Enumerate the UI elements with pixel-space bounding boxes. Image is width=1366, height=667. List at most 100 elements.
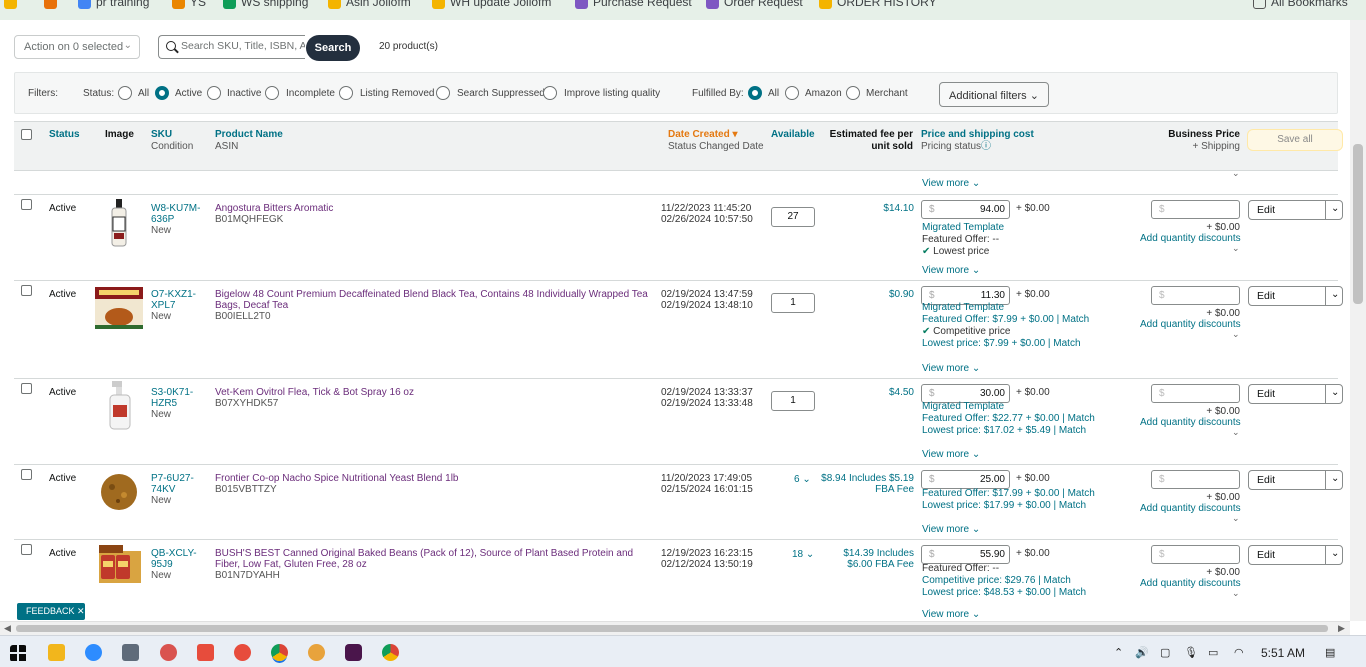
status-listing-removed-radio[interactable] bbox=[339, 86, 353, 100]
chevron-down-icon[interactable]: ⌄ bbox=[1232, 168, 1240, 179]
edit-button[interactable]: Edit ⌄ bbox=[1248, 200, 1343, 220]
clock[interactable]: 5:51 AM bbox=[1261, 646, 1305, 660]
fulfilled-merchant-radio[interactable] bbox=[846, 86, 860, 100]
price-input[interactable]: $94.00 bbox=[921, 200, 1010, 219]
action-dropdown[interactable]: Action on 0 selected ⌄ bbox=[14, 35, 140, 59]
close-icon[interactable]: ✕ bbox=[77, 606, 85, 616]
edit-button[interactable]: Edit ⌄ bbox=[1248, 545, 1343, 565]
product-name-link[interactable]: Frontier Co-op Nacho Spice Nutritional Y… bbox=[215, 473, 458, 484]
add-quantity-discounts-link[interactable]: Add quantity discounts bbox=[1140, 578, 1241, 589]
price-input[interactable]: $55.90 bbox=[921, 545, 1010, 564]
chevron-down-icon[interactable]: ⌄ bbox=[1331, 387, 1339, 398]
scroll-right-icon[interactable]: ▶ bbox=[1338, 623, 1345, 634]
row-checkbox[interactable] bbox=[21, 544, 32, 555]
bookmark-order-request[interactable]: Order Request bbox=[706, 0, 803, 10]
template-link[interactable]: Migrated Template bbox=[922, 222, 1004, 233]
chevron-down-icon[interactable]: ⌄ bbox=[1232, 243, 1240, 254]
bookmark-pr-training[interactable]: pr training bbox=[78, 0, 149, 10]
fee-link[interactable]: $14.10 bbox=[794, 203, 914, 214]
bookmark-purchase-request[interactable]: Purchase Request bbox=[575, 0, 692, 10]
sku-link[interactable]: O7-KXZ1- XPL7 New bbox=[151, 289, 196, 322]
row-checkbox[interactable] bbox=[21, 383, 32, 394]
fee-link[interactable]: $14.39 Includes $6.00 FBA Fee bbox=[794, 548, 914, 570]
competitive-price-link[interactable]: Competitive price: $29.76 | Match bbox=[922, 575, 1071, 586]
lowest-price-link[interactable]: Lowest price: $17.02 + $5.49 | Match bbox=[922, 425, 1086, 436]
business-price-input[interactable]: $ bbox=[1151, 286, 1240, 305]
chevron-down-icon[interactable]: ⌄ bbox=[1331, 203, 1339, 214]
chevron-down-icon[interactable]: ⌄ bbox=[1232, 588, 1240, 599]
lowest-price-link[interactable]: Lowest price: $48.53 + $0.00 | Match bbox=[922, 587, 1086, 598]
edit-button[interactable]: Edit ⌄ bbox=[1248, 384, 1343, 404]
price-column-header[interactable]: Price and shipping cost bbox=[921, 129, 1034, 140]
file-explorer-icon[interactable] bbox=[48, 644, 65, 661]
price-input[interactable]: $25.00 bbox=[921, 470, 1010, 489]
view-more-link[interactable]: View more ⌄ bbox=[922, 524, 980, 535]
business-price-input[interactable]: $ bbox=[1151, 200, 1240, 219]
chevron-down-icon[interactable]: ⌄ bbox=[1331, 548, 1339, 559]
status-search-suppressed-radio[interactable] bbox=[436, 86, 450, 100]
chevron-down-icon[interactable]: ⌄ bbox=[1331, 473, 1339, 484]
add-quantity-discounts-link[interactable]: Add quantity discounts bbox=[1140, 319, 1241, 330]
product-thumbnail[interactable] bbox=[95, 287, 143, 329]
battery-icon[interactable]: ▭ bbox=[1208, 646, 1218, 659]
fee-link[interactable]: $4.50 bbox=[794, 387, 914, 398]
notification-icon[interactable]: ▤ bbox=[1325, 646, 1335, 659]
add-quantity-discounts-link[interactable]: Add quantity discounts bbox=[1140, 503, 1241, 514]
product-name-column-header[interactable]: Product Name bbox=[215, 129, 283, 140]
row-checkbox[interactable] bbox=[21, 469, 32, 480]
view-more-link[interactable]: View more ⌄ bbox=[922, 178, 980, 189]
wps-office-icon[interactable] bbox=[234, 644, 251, 661]
product-name-link[interactable]: BUSH'S BEST Canned Original Baked Beans … bbox=[215, 548, 633, 570]
edit-button[interactable]: Edit ⌄ bbox=[1248, 470, 1343, 490]
product-name-link[interactable]: Bigelow 48 Count Premium Decaffeinated B… bbox=[215, 289, 648, 311]
bookmark-icon[interactable] bbox=[44, 0, 57, 10]
status-active-radio[interactable] bbox=[155, 86, 169, 100]
sku-link[interactable]: S3-0K71- HZR5 New bbox=[151, 387, 193, 420]
app-icon[interactable] bbox=[308, 644, 325, 661]
info-icon[interactable]: ⓘ bbox=[981, 141, 991, 152]
volume-icon[interactable]: 🔊 bbox=[1135, 646, 1149, 659]
status-inactive-radio[interactable] bbox=[207, 86, 221, 100]
save-all-button[interactable]: Save all bbox=[1247, 129, 1343, 151]
business-price-input[interactable]: $ bbox=[1151, 384, 1240, 403]
chevron-down-icon[interactable]: ⌄ bbox=[1232, 427, 1240, 438]
sku-link[interactable]: QB-XCLY- 95J9 New bbox=[151, 548, 197, 581]
template-link[interactable]: Migrated Template bbox=[922, 302, 1004, 313]
product-name-link[interactable]: Vet-Kem Ovitrol Flea, Tick & Bot Spray 1… bbox=[215, 387, 414, 398]
bookmark-wh-update[interactable]: WH update Jollofm bbox=[432, 0, 551, 10]
horizontal-scrollbar[interactable]: ◀ ▶ bbox=[0, 621, 1350, 635]
bookmark-order-history[interactable]: ORDER HISTORY bbox=[819, 0, 937, 10]
additional-filters-button[interactable]: Additional filters ⌄ bbox=[939, 82, 1049, 107]
scrollbar-thumb[interactable] bbox=[16, 625, 1328, 632]
product-name-link[interactable]: Angostura Bitters Aromatic bbox=[215, 203, 333, 214]
calculator-icon[interactable] bbox=[122, 644, 139, 661]
edit-button[interactable]: Edit ⌄ bbox=[1248, 286, 1343, 306]
lowest-price-link[interactable]: Lowest price: $7.99 + $0.00 | Match bbox=[922, 338, 1081, 349]
bookmark-ys[interactable]: YS bbox=[172, 0, 206, 10]
slack-icon[interactable] bbox=[345, 644, 362, 661]
sku-link[interactable]: W8-KU7M- 636P New bbox=[151, 203, 200, 236]
phone-link-icon[interactable]: ▢ bbox=[1160, 646, 1170, 659]
chrome-icon[interactable] bbox=[271, 644, 288, 661]
bookmark-ws-shipping[interactable]: WS shipping bbox=[223, 0, 308, 10]
product-thumbnail[interactable] bbox=[109, 199, 129, 247]
business-price-input[interactable]: $ bbox=[1151, 470, 1240, 489]
featured-offer-link[interactable]: Featured Offer: $7.99 + $0.00 | Match bbox=[922, 314, 1089, 325]
view-more-link[interactable]: View more ⌄ bbox=[922, 609, 980, 620]
bookmark-asin-jollofm[interactable]: Asin Jollofm bbox=[328, 0, 411, 10]
add-quantity-discounts-link[interactable]: Add quantity discounts bbox=[1140, 417, 1241, 428]
scroll-left-icon[interactable]: ◀ bbox=[4, 623, 11, 634]
feedback-button[interactable]: FEEDBACK ✕ bbox=[17, 603, 85, 620]
product-thumbnail[interactable] bbox=[108, 381, 132, 431]
search-input[interactable]: Search SKU, Title, ISBN, A bbox=[158, 35, 305, 59]
search-button[interactable]: Search bbox=[306, 35, 360, 61]
fulfilled-amazon-radio[interactable] bbox=[785, 86, 799, 100]
view-more-link[interactable]: View more ⌄ bbox=[922, 265, 980, 276]
sku-link[interactable]: P7-6U27- 74KV New bbox=[151, 473, 194, 506]
product-thumbnail[interactable] bbox=[100, 473, 138, 511]
template-link[interactable]: Migrated Template bbox=[922, 401, 1004, 412]
add-quantity-discounts-link[interactable]: Add quantity discounts bbox=[1140, 233, 1241, 244]
snipping-tool-icon[interactable] bbox=[160, 644, 177, 661]
status-all-radio[interactable] bbox=[118, 86, 132, 100]
view-more-link[interactable]: View more ⌄ bbox=[922, 449, 980, 460]
